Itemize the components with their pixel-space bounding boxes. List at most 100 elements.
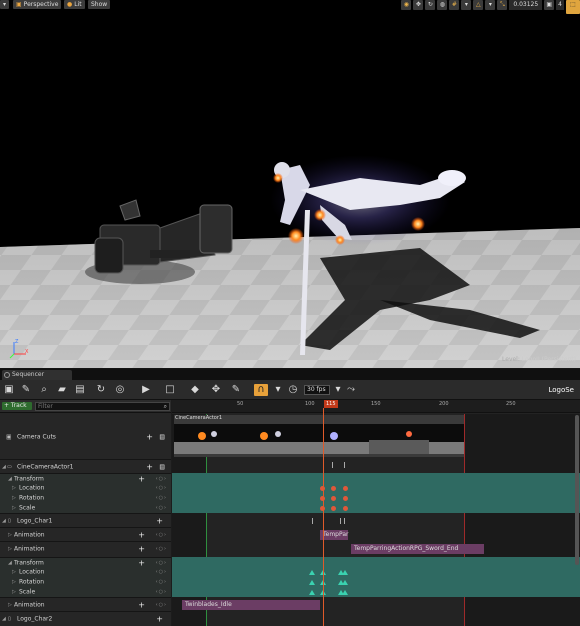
anim-section-parring[interactable]: TempParringActionRPG_Sword_End [351, 544, 484, 554]
track-scale-1[interactable]: ▷ Scale ‹○› [0, 503, 171, 513]
track-animation-3[interactable]: ▷ Animation + ‹○› [0, 597, 171, 611]
viewport-options-button[interactable]: ▾ [0, 0, 9, 9]
cut-marker[interactable] [344, 518, 345, 524]
track-location-2[interactable]: ▷ Location ‹○› [0, 567, 171, 577]
expand-arrow-icon[interactable]: ▷ [8, 546, 12, 552]
playhead-frame[interactable]: 115 [324, 400, 338, 408]
add-icon[interactable]: + [156, 516, 163, 525]
curve-editor-icon[interactable]: ⤳ [345, 384, 357, 396]
track-location-1[interactable]: ▷ Location ‹○› [0, 483, 171, 493]
time-ruler[interactable]: 50 100 150 200 250 115 [172, 400, 580, 413]
anim-section-temppar[interactable]: TempPar [320, 530, 348, 540]
rotation-snap-icon[interactable]: △ [473, 0, 484, 10]
translate-icon[interactable]: ✥ [413, 0, 424, 10]
key-scale-2d[interactable] [342, 590, 348, 595]
collapse-arrow-icon[interactable]: ◢ [2, 518, 6, 524]
rotate-icon[interactable]: ↻ [425, 0, 436, 10]
transform-band-1[interactable] [172, 473, 580, 513]
add-icon[interactable]: + [146, 432, 153, 441]
expand-arrow-icon[interactable]: ▷ [12, 569, 16, 575]
key-rotation-2d[interactable] [342, 580, 348, 585]
key-nav-icon[interactable]: ‹○› [156, 532, 167, 538]
expand-arrow-icon[interactable]: ▷ [12, 579, 16, 585]
track-transform-1[interactable]: ◢ Transform + ‹○› [0, 473, 171, 483]
key-rotation-2a[interactable] [309, 580, 315, 585]
track-logo-char1[interactable]: ◢ ▯ Logo_Char1 + [0, 513, 171, 527]
track-transform-2[interactable]: ◢ Transform + ‹○› [0, 557, 171, 567]
key-icon[interactable]: ◆ [189, 384, 201, 396]
tab-sequencer[interactable]: Sequencer [2, 370, 72, 380]
track-rotation-1[interactable]: ▷ Rotation ‹○› [0, 493, 171, 503]
level-viewport[interactable]: ▾ ▣ Perspective ● Lit Show ◉ ✥ ↻ ◍ # ▾ △ ▾… [0, 0, 580, 368]
edit-curve-icon[interactable]: ✎ [230, 384, 242, 396]
collapse-arrow-icon[interactable]: ◢ [8, 476, 12, 482]
key-location-2a[interactable] [309, 570, 315, 575]
view-options-icon[interactable]: ◎ [114, 384, 126, 396]
add-icon[interactable]: + [138, 600, 145, 609]
snap-options-icon[interactable]: ▾ [272, 384, 284, 396]
track-filter-input[interactable]: Filter ⌕ [35, 402, 170, 411]
key-scale-2a[interactable] [309, 590, 315, 595]
add-icon[interactable]: + [138, 474, 145, 483]
save-as-icon[interactable]: ✎ [20, 384, 32, 396]
transform-tool-icon[interactable]: ✥ [210, 384, 222, 396]
expand-arrow-icon[interactable]: ▷ [8, 532, 12, 538]
key-nav-icon[interactable]: ‹○› [156, 546, 167, 552]
key-nav-icon[interactable]: ‹○› [156, 495, 167, 501]
cut-marker[interactable] [312, 518, 313, 524]
collapse-arrow-icon[interactable]: ◢ [2, 464, 6, 470]
key-location-2d[interactable] [342, 570, 348, 575]
key-scale-1b[interactable] [331, 506, 336, 511]
add-icon[interactable]: + [156, 614, 163, 623]
world-icon[interactable]: ◍ [437, 0, 448, 10]
playhead-line[interactable] [323, 408, 324, 626]
realtime-icon[interactable]: ◉ [401, 0, 412, 10]
select-options-icon[interactable]: □ [164, 384, 176, 396]
key-rotation-1c[interactable] [343, 496, 348, 501]
expand-arrow-icon[interactable]: ▷ [12, 505, 16, 511]
add-icon[interactable]: + [138, 530, 145, 539]
transform-band-2[interactable] [172, 557, 580, 597]
time-icon[interactable]: ◷ [287, 384, 299, 396]
expand-arrow-icon[interactable]: ▷ [8, 602, 12, 608]
grid-snap-icon[interactable]: # [449, 0, 460, 10]
key-location-1c[interactable] [343, 486, 348, 491]
cut-marker[interactable] [332, 462, 333, 468]
snap-magnet-icon[interactable]: ∩ [254, 384, 268, 396]
key-rotation-1b[interactable] [331, 496, 336, 501]
expand-arrow-icon[interactable]: ▷ [12, 495, 16, 501]
expand-arrow-icon[interactable]: ▷ [12, 485, 16, 491]
track-rotation-2[interactable]: ▷ Rotation ‹○› [0, 577, 171, 587]
render-movie-icon[interactable]: ▤ [74, 384, 86, 396]
lit-button[interactable]: ● Lit [64, 0, 85, 9]
camera-cut-section[interactable]: CineCameraActor1 [174, 415, 464, 457]
cut-marker[interactable] [340, 518, 341, 524]
camera-speed-value[interactable]: 0.03125 [509, 0, 543, 10]
maximize-icon[interactable]: ⬚ [566, 0, 580, 14]
key-nav-icon[interactable]: ‹○› [156, 560, 167, 566]
key-nav-icon[interactable]: ‹○› [156, 505, 167, 511]
scale-snap-icon[interactable]: ⤡ [497, 0, 508, 10]
collapse-arrow-icon[interactable]: ◢ [8, 560, 12, 566]
key-scale-1c[interactable] [343, 506, 348, 511]
key-location-1b[interactable] [331, 486, 336, 491]
collapse-arrow-icon[interactable]: ◢ [2, 616, 6, 622]
camera-speed-icon[interactable]: ▣ [544, 0, 555, 10]
add-track-button[interactable]: + Track [2, 402, 32, 410]
cut-marker[interactable] [344, 462, 345, 468]
vertical-scrollbar[interactable] [575, 415, 579, 565]
refresh-icon[interactable]: ↻ [95, 384, 107, 396]
grid-size-icon[interactable]: ▾ [461, 0, 472, 10]
track-animation-1[interactable]: ▷ Animation + ‹○› [0, 527, 171, 541]
camera-lock-icon[interactable]: ▤ [159, 463, 165, 470]
track-camera-cuts[interactable]: ▣ Camera Cuts + ▤ [0, 414, 171, 459]
key-nav-icon[interactable]: ‹○› [156, 589, 167, 595]
track-cinecamera[interactable]: ◢ ▭ CineCameraActor1 + ▤ [0, 459, 171, 473]
rotation-size-icon[interactable]: ▾ [485, 0, 496, 10]
expand-arrow-icon[interactable]: ▷ [12, 589, 16, 595]
track-scale-2[interactable]: ▷ Scale ‹○› [0, 587, 171, 597]
add-icon[interactable]: + [138, 544, 145, 553]
add-icon[interactable]: + [146, 462, 153, 471]
timeline-area[interactable]: 50 100 150 200 250 115 CineCameraActor1 [172, 400, 580, 626]
camera-add-icon[interactable]: ▰ [56, 384, 68, 396]
